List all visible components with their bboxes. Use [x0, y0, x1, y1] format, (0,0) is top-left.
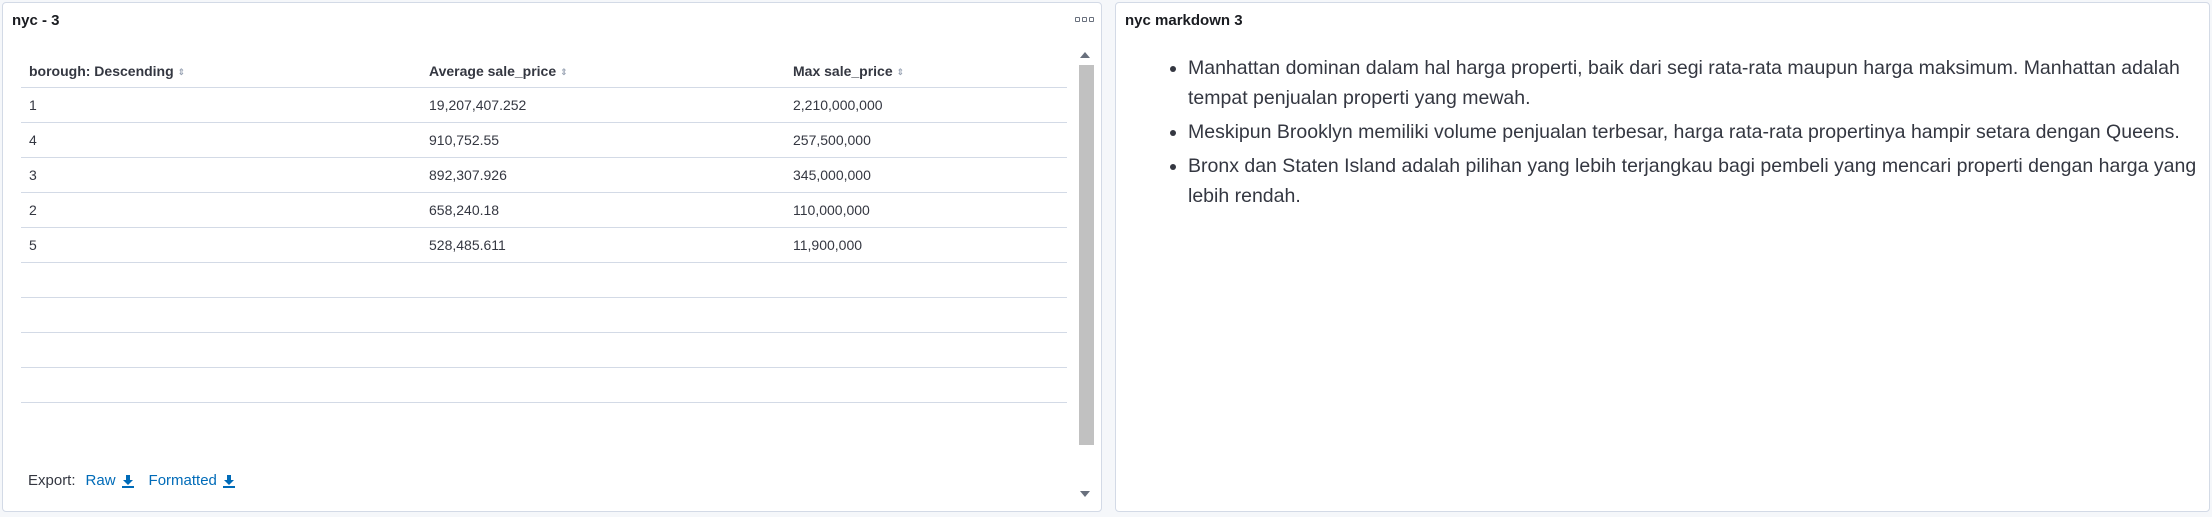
cell-borough: 3 [21, 157, 421, 193]
cell-average-sale-price: 910,752.55 [421, 122, 785, 158]
export-raw-label: Raw [85, 472, 116, 489]
cell-borough: 4 [21, 122, 421, 158]
empty-cell [21, 332, 421, 368]
empty-cell [21, 367, 421, 403]
export-label: Export: [28, 472, 76, 489]
export-raw-link[interactable]: Raw [86, 472, 135, 489]
empty-cell [421, 297, 785, 333]
empty-cell [421, 332, 785, 368]
cell-average-sale-price: 19,207,407.252 [421, 87, 785, 123]
table-row: 5 528,485.611 11,900,000 [21, 227, 1067, 263]
column-header-average-sale-price[interactable]: Average sale_price ⇕ [421, 55, 785, 88]
export-bar: Export: Raw Formatted [28, 472, 236, 489]
table-panel: nyc - 3 borough: Descending ⇕ Average sal… [2, 2, 1102, 512]
empty-cell [785, 332, 1067, 368]
table-row: 4 910,752.55 257,500,000 [21, 122, 1067, 158]
cell-max-sale-price: 110,000,000 [785, 192, 1067, 228]
markdown-panel: nyc markdown 3 Manhattan dominan dalam h… [1115, 2, 2210, 512]
column-header-label: Average sale_price [429, 63, 557, 79]
empty-cell [21, 262, 421, 298]
column-header-label: borough: Descending [29, 63, 174, 79]
table-row: 3 892,307.926 345,000,000 [21, 157, 1067, 193]
column-header-borough[interactable]: borough: Descending ⇕ [21, 55, 421, 88]
cell-borough: 2 [21, 192, 421, 228]
cell-max-sale-price: 2,210,000,000 [785, 87, 1067, 123]
cell-average-sale-price: 528,485.611 [421, 227, 785, 263]
scrollbar-thumb[interactable] [1079, 65, 1094, 445]
sort-icon[interactable]: ⇕ [178, 68, 186, 77]
table-row: 1 19,207,407.252 2,210,000,000 [21, 87, 1067, 123]
empty-cell [421, 262, 785, 298]
empty-cell [21, 297, 421, 333]
scroll-down-arrow-icon[interactable] [1080, 491, 1090, 497]
export-formatted-label: Formatted [148, 472, 217, 489]
column-header-label: Max sale_price [793, 63, 893, 79]
table-row-empty [21, 367, 1067, 403]
markdown-bullet-list: Manhattan dominan dalam hal harga proper… [1168, 53, 2212, 215]
cell-max-sale-price: 11,900,000 [785, 227, 1067, 263]
panel-title: nyc markdown 3 [1125, 12, 1243, 29]
sort-icon[interactable]: ⇕ [560, 68, 568, 77]
table-row-empty [21, 262, 1067, 298]
list-item: Bronx dan Staten Island adalah pilihan y… [1188, 151, 2212, 211]
cell-average-sale-price: 892,307.926 [421, 157, 785, 193]
cell-max-sale-price: 257,500,000 [785, 122, 1067, 158]
panel-title: nyc - 3 [12, 12, 60, 29]
table-row-empty [21, 332, 1067, 368]
list-item: Meskipun Brooklyn memiliki volume penjua… [1188, 117, 2212, 147]
empty-cell [785, 262, 1067, 298]
empty-cell [785, 297, 1067, 333]
empty-cell [421, 367, 785, 403]
download-icon [121, 474, 134, 488]
cell-borough: 1 [21, 87, 421, 123]
panel-options-icon[interactable] [1071, 10, 1097, 28]
cell-average-sale-price: 658,240.18 [421, 192, 785, 228]
column-header-max-sale-price[interactable]: Max sale_price ⇕ [785, 55, 1067, 88]
cell-borough: 5 [21, 227, 421, 263]
download-icon [222, 474, 235, 488]
sort-icon[interactable]: ⇕ [897, 68, 905, 77]
table-header-row: borough: Descending ⇕ Average sale_price ⇕… [21, 55, 1067, 88]
vertical-scrollbar[interactable] [1076, 47, 1094, 503]
table-row-empty [21, 297, 1067, 333]
export-formatted-link[interactable]: Formatted [149, 472, 236, 489]
table-row: 2 658,240.18 110,000,000 [21, 192, 1067, 228]
scroll-up-arrow-icon[interactable] [1080, 52, 1090, 58]
empty-cell [785, 367, 1067, 403]
data-table: borough: Descending ⇕ Average sale_price ⇕… [21, 55, 1067, 403]
list-item: Manhattan dominan dalam hal harga proper… [1188, 53, 2212, 113]
cell-max-sale-price: 345,000,000 [785, 157, 1067, 193]
